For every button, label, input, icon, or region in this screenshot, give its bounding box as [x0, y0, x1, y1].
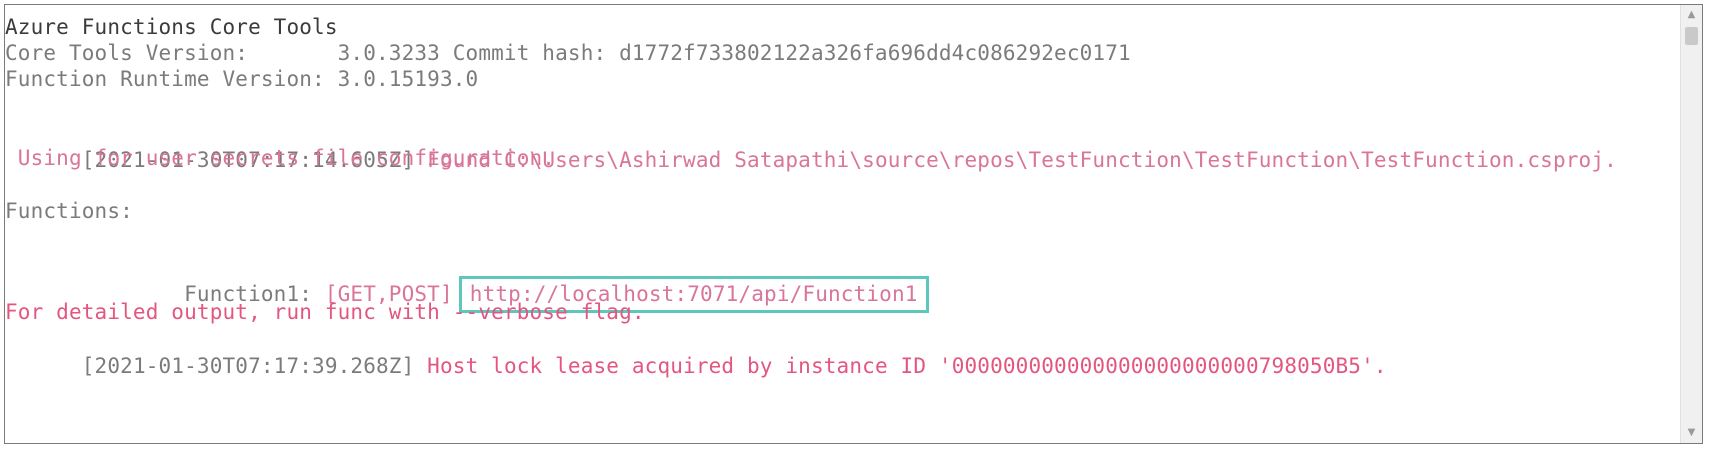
core-tools-version-line: Core Tools Version: 3.0.3233 Commit hash…: [5, 41, 1131, 65]
triangle-down-icon[interactable]: ▼: [1681, 423, 1702, 443]
console-title: Azure Functions Core Tools: [5, 15, 338, 39]
log-line-host-lock: [2021-01-30T07:17:39.268Z] Host lock lea…: [5, 324, 1387, 408]
vertical-scrollbar[interactable]: ▲ ▼: [1680, 5, 1702, 443]
log-line-user-secrets: Using for user secrets file configuratio…: [5, 146, 556, 170]
log-message: Found C:\Users\Ashirwad Satapathi\source…: [414, 148, 1617, 172]
scrollbar-thumb[interactable]: [1685, 27, 1698, 45]
console-window: Azure Functions Core Tools Core Tools Ve…: [4, 4, 1703, 444]
functions-heading: Functions:: [5, 199, 133, 223]
runtime-version-line: Function Runtime Version: 3.0.15193.0: [5, 67, 479, 91]
log-message: Host lock lease acquired by instance ID …: [414, 354, 1387, 378]
triangle-up-icon[interactable]: ▲: [1681, 5, 1702, 25]
log-timestamp: [2021-01-30T07:17:39.268Z]: [81, 354, 415, 378]
verbose-hint-line: For detailed output, run func with --ver…: [5, 300, 645, 324]
console-output: Azure Functions Core Tools Core Tools Ve…: [5, 13, 1680, 443]
